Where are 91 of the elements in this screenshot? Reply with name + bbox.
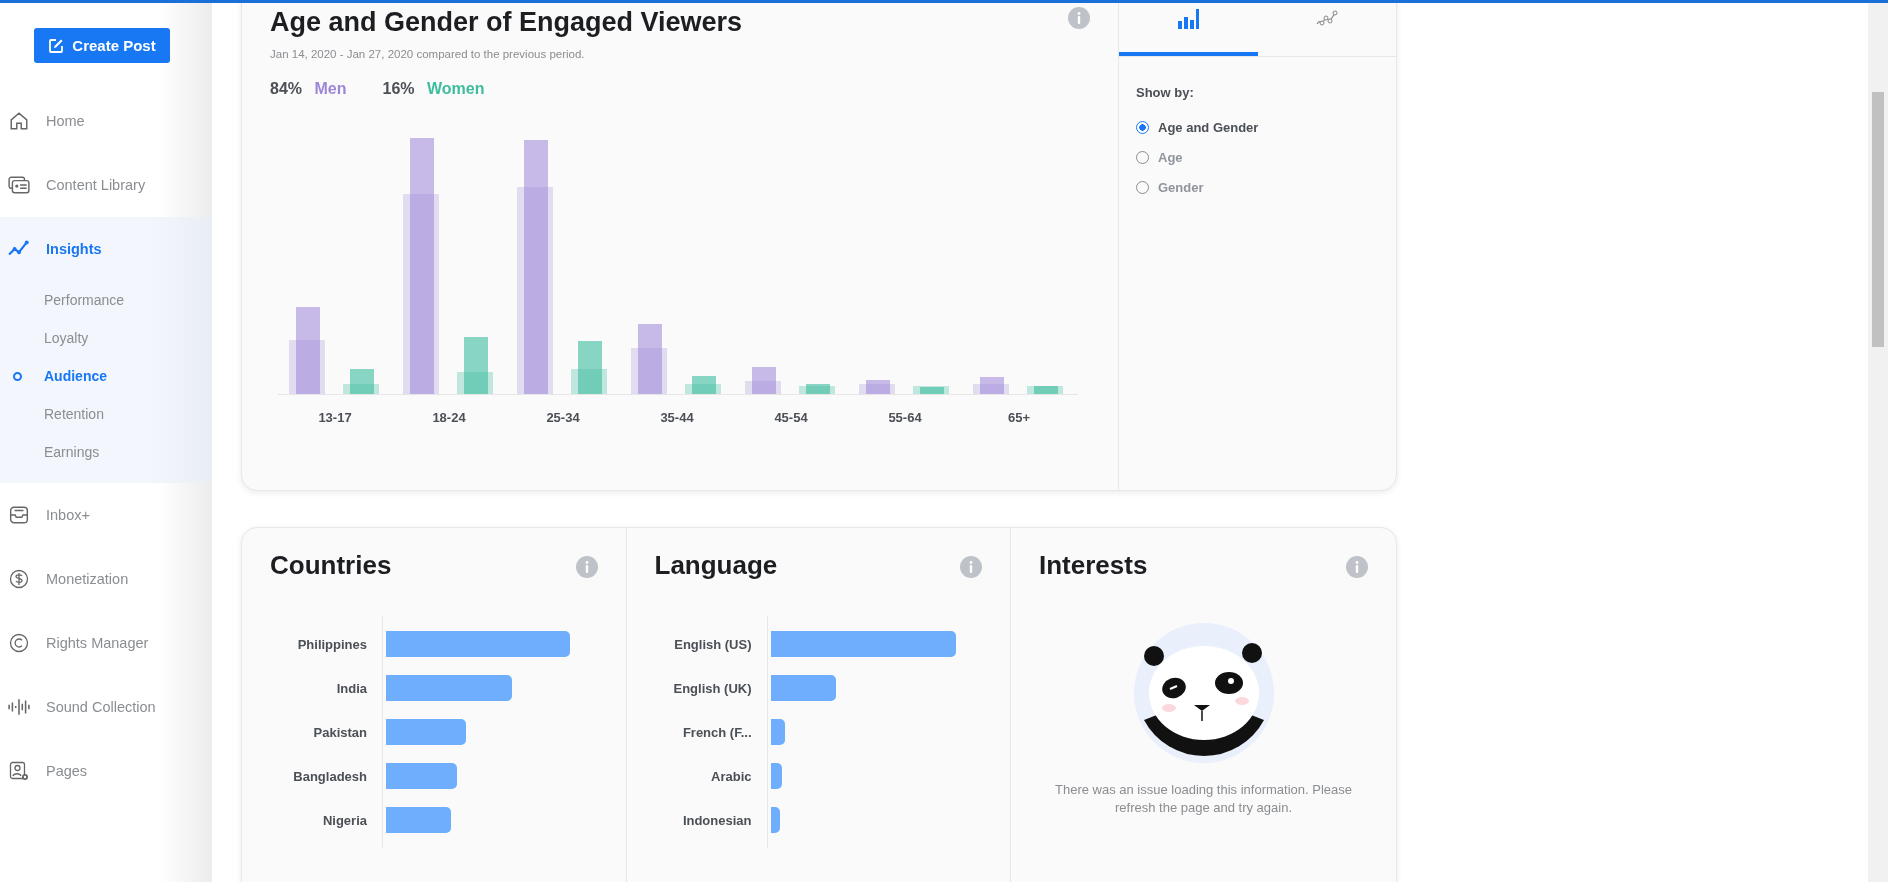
radio-option[interactable]: Age — [1136, 142, 1379, 172]
section-title: Language — [654, 550, 778, 581]
bar-label: Nigeria — [322, 812, 367, 828]
legend-label: Women — [426, 80, 485, 97]
men-previous-bar — [745, 381, 781, 394]
nav-item[interactable]: Rights Manager — [0, 611, 212, 675]
women-bar — [1034, 386, 1058, 394]
edit-icon — [48, 37, 65, 54]
bar-label: India — [336, 680, 367, 696]
nav-subitem[interactable]: Loyalty — [0, 319, 212, 357]
legend-label: Men — [314, 80, 347, 97]
nav-subitem[interactable]: Performance — [0, 281, 212, 319]
women-bar — [578, 341, 602, 394]
line-chart-icon — [1315, 9, 1338, 29]
dollar-icon — [8, 569, 30, 589]
scrollbar[interactable] — [1868, 0, 1888, 882]
date-range-text: Jan 14, 2020 - Jan 27, 2020 compared to the previous period. — [270, 48, 586, 60]
sound-wave-icon — [8, 697, 30, 717]
bar-label: Philippines — [297, 636, 367, 652]
women-bar — [350, 369, 374, 394]
age-group-label: 65+ — [1006, 410, 1032, 425]
bar-label: Bangladesh — [293, 768, 367, 784]
page-settings-icon — [8, 761, 30, 781]
women-previous-bar — [343, 384, 379, 394]
nav-subitem[interactable]: Earnings — [0, 433, 212, 471]
info-icon[interactable] — [960, 556, 982, 578]
selected-dot-icon — [13, 372, 22, 381]
women-previous-bar — [571, 369, 607, 394]
women-previous-bar — [685, 384, 721, 394]
bar — [386, 807, 451, 833]
bar — [770, 719, 785, 745]
age-group-label: 45-54 — [773, 410, 809, 425]
nav-subitem[interactable]: Audience — [0, 357, 212, 395]
bar — [386, 763, 457, 789]
bar — [770, 763, 782, 789]
nav-item[interactable]: Insights — [0, 217, 212, 281]
bar — [770, 807, 780, 833]
women-bar — [806, 384, 830, 394]
bar — [770, 675, 836, 701]
age-group-label: 25-34 — [545, 410, 581, 425]
women-bar — [464, 337, 488, 394]
bar-label: Arabic — [711, 768, 752, 784]
nav-item[interactable]: Pages — [0, 739, 212, 803]
radio-option[interactable]: Gender — [1136, 172, 1379, 202]
age-group-label: 55-64 — [887, 410, 923, 425]
men-previous-bar — [859, 384, 895, 394]
nav-item[interactable]: Inbox+ — [0, 483, 212, 547]
create-post-button[interactable]: Create Post — [34, 28, 170, 63]
card-title: Age and Gender of Engaged Viewers — [270, 7, 743, 38]
bar-label: English (US) — [674, 636, 752, 652]
radio-button[interactable] — [1136, 120, 1149, 134]
men-bar — [980, 377, 1004, 394]
bar-label: English (UK) — [673, 680, 752, 696]
men-bar — [866, 380, 890, 394]
age-group-label: 35-44 — [659, 410, 695, 425]
share-percent: 16% — [382, 80, 415, 97]
show-by-label: Show by: — [1136, 85, 1195, 100]
nav-item[interactable]: Sound Collection — [0, 675, 212, 739]
nav-item[interactable]: Home — [0, 89, 212, 153]
women-previous-bar — [799, 386, 835, 394]
radio-option[interactable]: Age and Gender — [1136, 112, 1379, 142]
home-icon — [8, 111, 30, 131]
bar-label: French (F... — [682, 724, 752, 740]
share-percent: 84% — [270, 80, 303, 97]
info-icon[interactable] — [575, 556, 598, 578]
bar-chart-icon — [1177, 9, 1200, 29]
men-bar — [638, 324, 662, 394]
nav-item[interactable]: Content Library — [0, 153, 212, 217]
info-icon[interactable] — [1346, 556, 1368, 578]
nav-subitem[interactable]: Retention — [0, 395, 212, 433]
men-previous-bar — [631, 348, 667, 394]
section-title: Interests — [1039, 550, 1148, 581]
age-group-label: 13-17 — [317, 410, 353, 425]
info-icon[interactable] — [1068, 7, 1090, 29]
nav-item[interactable]: Monetization — [0, 547, 212, 611]
inbox-icon — [8, 505, 30, 525]
men-previous-bar — [973, 384, 1009, 394]
women-bar — [920, 387, 944, 394]
men-bar — [752, 367, 776, 394]
women-previous-bar — [1027, 386, 1063, 394]
cards-icon — [8, 175, 30, 195]
women-previous-bar — [913, 386, 949, 394]
bar-label: Pakistan — [313, 724, 367, 740]
age-group-label: 18-24 — [431, 410, 467, 425]
men-previous-bar — [289, 340, 325, 394]
section-title: Countries — [270, 550, 392, 581]
women-bar — [692, 376, 716, 394]
error-message: There was an issue loading this information. Please refresh the page and try again. — [1054, 781, 1353, 818]
copyright-icon — [8, 633, 30, 653]
bar-label: Indonesian — [682, 812, 752, 828]
women-previous-bar — [457, 372, 493, 394]
